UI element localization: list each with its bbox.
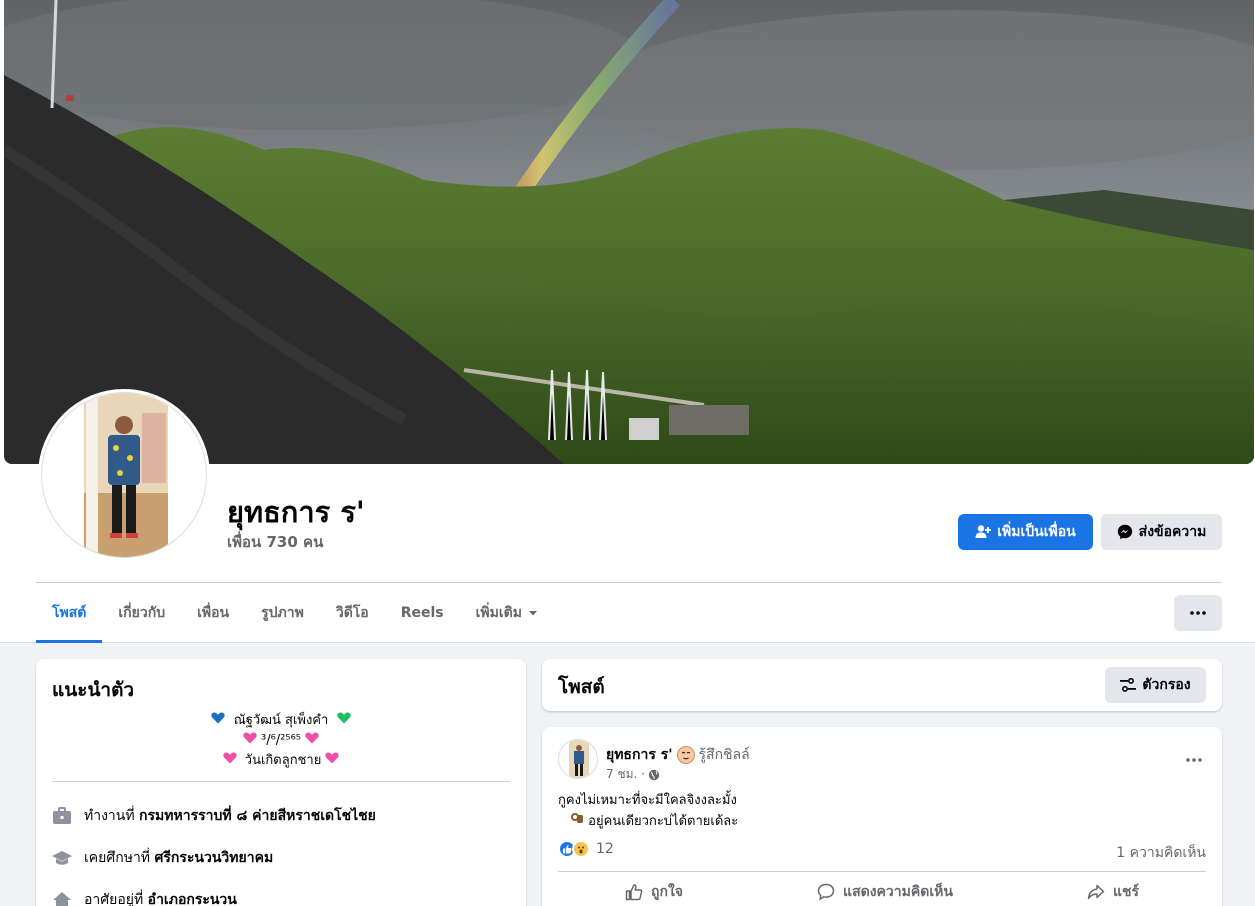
caret-down-icon <box>528 611 537 616</box>
relieved-face-icon <box>676 746 695 764</box>
tab-photos[interactable]: รูปภาพ <box>245 583 320 643</box>
ellipsis-icon <box>1186 758 1202 762</box>
bio-date: ³/⁶/²⁵⁶⁵ <box>260 733 302 748</box>
posts-header-card: โพสต์ ตัวกรอง <box>542 659 1222 711</box>
post-text-line-1: กูคงไม่เหมาะที่จะมีใคลจิงงละมั้ง <box>558 793 737 808</box>
comment-icon <box>817 883 835 901</box>
pink-heart-icon <box>325 752 340 764</box>
bio-line-3: วันเกิดลูกชาย <box>52 751 510 771</box>
comments-count[interactable]: 1 ความคิดเห็น <box>1116 842 1206 864</box>
bio-line-1: ณัฐวัฒน์ สุเพ็งคำ <box>52 711 510 731</box>
pink-heart-icon <box>222 752 237 764</box>
ok-hand-icon <box>571 813 583 823</box>
friend-count[interactable]: เพื่อน 730 คน <box>227 530 323 554</box>
home-prefix: อาศัยอยู่ที่ <box>84 892 144 906</box>
filter-label: ตัวกรอง <box>1142 677 1191 693</box>
globe-icon <box>648 769 660 780</box>
post-text-line-2: อยู่คนเดียวกะบ่ได้ตายเด้ละ <box>588 814 739 829</box>
post-author-avatar[interactable] <box>558 739 598 779</box>
wow-reaction-icon <box>572 840 590 858</box>
home-info: อาศัยอยู่ที่ อำเภอกระนวน <box>52 889 237 906</box>
intro-card: แนะนำตัว ณัฐวัฒน์ สุเพ็งคำ ³/⁶/²⁵⁶⁵ วันเ… <box>36 659 526 906</box>
add-friend-label: เพิ่มเป็นเพื่อน <box>997 524 1076 540</box>
tab-posts-label: โพสต์ <box>52 605 87 621</box>
share-button[interactable]: แชร์ <box>1087 877 1139 906</box>
cover-photo[interactable] <box>4 0 1254 464</box>
blue-heart-icon <box>211 712 226 724</box>
filter-button[interactable]: ตัวกรอง <box>1105 667 1206 703</box>
bio: ณัฐวัฒน์ สุเพ็งคำ ³/⁶/²⁵⁶⁵ วันเกิดลูกชาย <box>52 711 510 771</box>
intro-title: แนะนำตัว <box>52 679 135 701</box>
work-place[interactable]: กรมทหารราบที่ ๘ ค่ายสีหราชเดโชไชย <box>139 808 376 824</box>
avatar-person-image <box>84 393 168 557</box>
study-info: เคยศึกษาที่ ศรีกระนวนวิทยาคม <box>52 847 273 869</box>
bio-divider <box>52 781 510 782</box>
bio-birthday: วันเกิดลูกชาย <box>244 753 322 768</box>
pink-heart-icon <box>305 732 319 744</box>
comment-button[interactable]: แสดงความคิดเห็น <box>817 877 953 906</box>
green-heart-icon <box>336 712 351 724</box>
post-card: ยุทธการ ร' รู้สึกชิลล์ 7 ชม. · กูคงไม่เห… <box>542 727 1222 906</box>
reaction-icons <box>558 840 590 858</box>
add-friend-button[interactable]: เพิ่มเป็นเพื่อน <box>958 514 1093 550</box>
filter-icon <box>1120 678 1137 692</box>
post-time-text: 7 ชม. · <box>606 767 645 781</box>
post-body: กูคงไม่เหมาะที่จะมีใคลจิงงละมั้ง อยู่คนเ… <box>558 791 738 832</box>
graduation-cap-icon <box>52 848 72 868</box>
message-button[interactable]: ส่งข้อความ <box>1101 514 1222 550</box>
post-text-line-2-wrap: อยู่คนเดียวกะบ่ได้ตายเด้ละ <box>558 811 738 832</box>
tab-reels[interactable]: Reels <box>385 583 460 643</box>
tab-about-label: เกี่ยวกับ <box>118 605 166 621</box>
ellipsis-icon <box>1190 611 1206 615</box>
post-author-name[interactable]: ยุทธการ ร' <box>606 744 673 766</box>
tab-more[interactable]: เพิ่มเติม <box>460 583 554 643</box>
home-icon <box>52 890 72 906</box>
tab-friends-label: เพื่อน <box>197 605 230 621</box>
messenger-icon <box>1117 524 1132 540</box>
like-label: ถูกใจ <box>651 884 684 900</box>
tab-reels-label: Reels <box>400 605 444 621</box>
add-friend-icon <box>975 525 992 538</box>
share-label: แชร์ <box>1112 884 1139 900</box>
bio-name: ณัฐวัฒน์ สุเพ็งคำ <box>233 713 329 728</box>
study-prefix: เคยศึกษาที่ <box>84 850 151 866</box>
post-timestamp[interactable]: 7 ชม. · <box>606 765 660 784</box>
avatar-photo <box>41 392 207 558</box>
tab-friends[interactable]: เพื่อน <box>181 583 245 643</box>
message-label: ส่งข้อความ <box>1138 524 1207 540</box>
post-menu-button[interactable] <box>1186 747 1202 766</box>
share-icon <box>1087 884 1105 900</box>
post-action-divider <box>558 871 1206 872</box>
profile-name: ยุทธการ ร' <box>227 495 365 529</box>
cover-landscape-image <box>4 0 1254 464</box>
home-place[interactable]: อำเภอกระนวน <box>148 892 237 906</box>
post-feeling: รู้สึกชิลล์ <box>698 747 750 763</box>
reaction-summary[interactable]: 12 <box>558 840 614 858</box>
bio-line-2: ³/⁶/²⁵⁶⁵ <box>52 731 510 751</box>
pink-heart-icon <box>243 732 257 744</box>
tab-posts[interactable]: โพสต์ <box>36 583 103 643</box>
tab-videos[interactable]: วิดีโอ <box>320 583 385 643</box>
work-info: ทำงานที่ กรมทหารราบที่ ๘ ค่ายสีหราชเดโชไ… <box>52 805 376 827</box>
like-button[interactable]: ถูกใจ <box>625 877 683 906</box>
posts-title: โพสต์ <box>558 676 605 698</box>
work-prefix: ทำงานที่ <box>84 808 135 824</box>
profile-tabs: โพสต์ เกี่ยวกับ เพื่อน รูปภาพ วิดีโอ Ree… <box>36 583 554 643</box>
post-avatar-image <box>569 740 589 778</box>
thumbs-up-icon <box>625 884 643 901</box>
study-place[interactable]: ศรีกระนวนวิทยาคม <box>155 850 274 866</box>
more-options-button[interactable] <box>1174 595 1222 631</box>
tab-about[interactable]: เกี่ยวกับ <box>102 583 181 643</box>
briefcase-icon <box>52 806 72 826</box>
tab-videos-label: วิดีโอ <box>335 605 369 621</box>
tab-photos-label: รูปภาพ <box>261 605 304 621</box>
reaction-count: 12 <box>596 841 614 857</box>
tab-more-label: เพิ่มเติม <box>475 605 522 621</box>
post-author: ยุทธการ ร' รู้สึกชิลล์ <box>606 744 750 766</box>
post-actions: ถูกใจ แสดงความคิดเห็น แชร์ <box>558 877 1206 906</box>
comment-label: แสดงความคิดเห็น <box>843 884 953 900</box>
profile-avatar[interactable] <box>38 389 210 561</box>
